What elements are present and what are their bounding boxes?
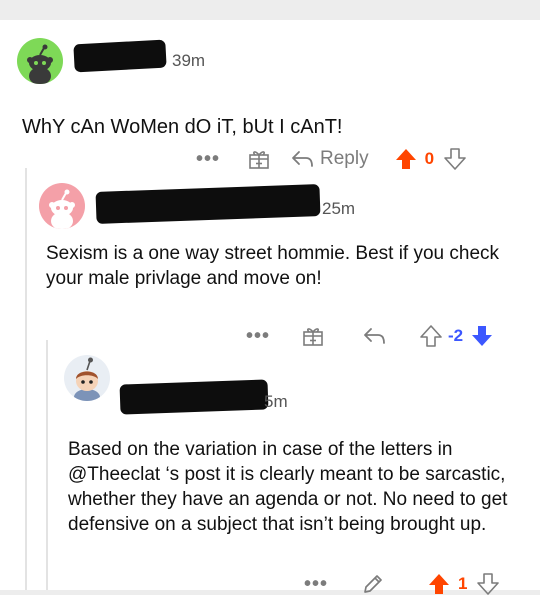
upvote-arrow-icon: [429, 574, 450, 594]
more-dots-icon[interactable]: •••: [196, 148, 220, 171]
upvote-button[interactable]: [428, 572, 450, 595]
comment-body: Based on the variation in case of the le…: [68, 439, 508, 535]
comment-1: 39m WhY cAn WoMen dO iT, bUt I cAnT! •••…: [0, 20, 540, 170]
comment-3: 5m Based on the variation in case of the…: [50, 342, 540, 595]
comment-timestamp: 39m: [172, 51, 206, 70]
comment-2: 25m Sexism is a one way street hommie. B…: [28, 170, 540, 347]
snoo-avatar-icon: [49, 189, 75, 229]
downvote-button[interactable]: [477, 572, 500, 595]
comment-thread: 39m WhY cAn WoMen dO iT, bUt I cAnT! •••…: [0, 20, 540, 595]
vote-count: 1: [458, 574, 468, 593]
comment-body: WhY cAn WoMen dO iT, bUt I cAnT!: [22, 116, 343, 138]
downvote-arrow-icon: [444, 148, 466, 170]
reply-arrow-icon: [292, 151, 313, 167]
redacted-username[interactable]: [95, 184, 321, 224]
snoo-avatar-icon: [74, 357, 100, 401]
avatar[interactable]: [39, 183, 85, 229]
snoo-avatar-icon: [27, 44, 53, 84]
thread-line[interactable]: [46, 340, 48, 590]
upvote-arrow-icon: [395, 149, 416, 169]
downvote-button[interactable]: [444, 147, 466, 171]
edit-pencil-icon: [364, 575, 382, 593]
reply-button[interactable]: Reply: [290, 148, 369, 170]
reply-label: Reply: [320, 148, 369, 169]
gift-icon[interactable]: [248, 148, 270, 170]
upvote-button[interactable]: [395, 147, 417, 171]
edit-button[interactable]: [362, 573, 384, 595]
avatar[interactable]: [64, 355, 110, 401]
redacted-username[interactable]: [73, 39, 167, 73]
comment-actions: ••• 1: [304, 569, 500, 595]
redacted-username[interactable]: [119, 379, 269, 415]
comment-body: Sexism is a one way street hommie. Best …: [46, 243, 500, 289]
avatar[interactable]: [17, 38, 63, 84]
more-dots-icon[interactable]: •••: [304, 573, 328, 595]
thread-line[interactable]: [25, 168, 27, 590]
comment-timestamp: 5m: [264, 392, 288, 411]
comment-timestamp: 25m: [322, 199, 356, 218]
vote-count: 0: [424, 149, 435, 168]
downvote-arrow-icon: [477, 573, 500, 595]
